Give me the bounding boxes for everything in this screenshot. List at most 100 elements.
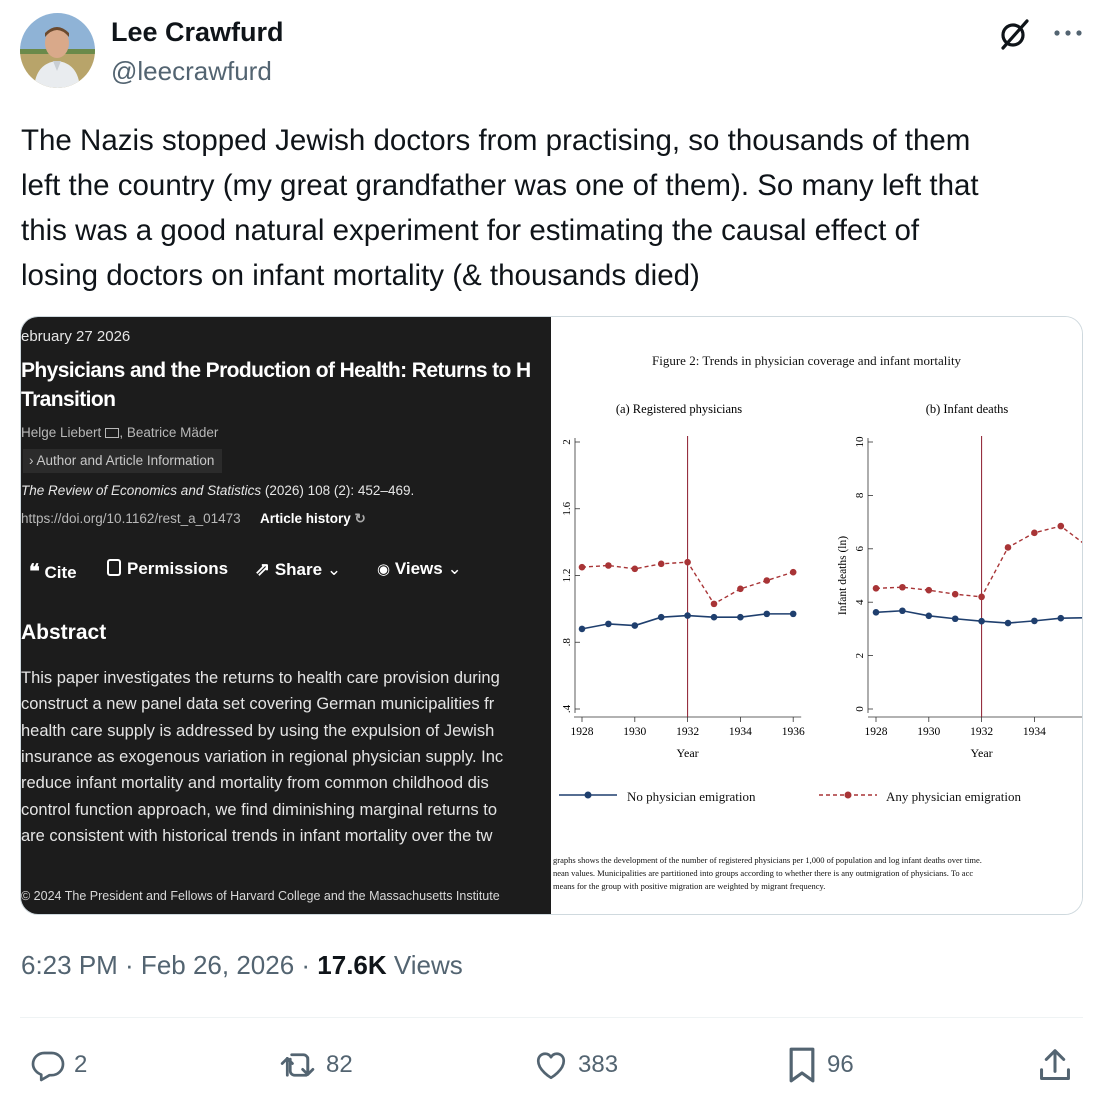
figure-note-2: nean values. Municipalities are partitio… [553,868,974,878]
x-tick-label: 1932 [676,726,699,738]
copyright-notice: © 2024 The President and Fellows of Harv… [21,889,500,903]
abstract-line: reduce infant mortality and mortality fr… [21,774,489,793]
data-point-any-emigration [1031,529,1038,537]
data-point-any-emigration [578,563,586,571]
data-point-any-emigration [737,585,744,593]
history-icon: ↻ [354,511,366,526]
x-axis-label: Year [677,746,699,760]
legend-line-no-emigration [559,791,617,799]
author-handle[interactable]: @leecrawfurd [111,56,272,87]
y-tick-label: .8 [561,638,573,647]
article-screenshot: ebruary 27 2026 Physicians and the Produ… [21,317,551,914]
data-point-any-emigration [1057,522,1065,530]
abstract-line: control function approach, we find dimin… [21,800,498,819]
like-button[interactable]: 383 [532,1043,618,1087]
y-axis-label: Infant deaths (ln) [837,536,849,615]
data-point-no-emigration [899,607,906,615]
chevron-down-icon: ⌄ [326,560,342,579]
share-button[interactable] [1036,1043,1082,1087]
tweet-media[interactable]: ebruary 27 2026 Physicians and the Produ… [20,316,1083,915]
retweet-icon [280,1053,315,1077]
article-doi: https://doi.org/10.1162/rest_a_01473 [21,511,241,526]
data-point-any-emigration [763,577,771,584]
article-date: ebruary 27 2026 [21,328,131,345]
reply-button[interactable]: 2 [30,1043,87,1087]
divider [20,1017,1083,1018]
bookmark-icon [789,1047,815,1083]
data-point-no-emigration [978,617,985,625]
y-tick-label: 1.6 [561,501,573,515]
x-tick-label: 1930 [917,726,940,738]
data-point-any-emigration [657,560,665,568]
y-tick-label: 8 [854,492,866,498]
abstract-heading: Abstract [21,621,107,644]
tweet-text: The Nazis stopped Jewish doctors from pr… [21,124,979,292]
timestamp-text[interactable]: 6:23 PM · Feb 26, 2026 · [21,950,317,980]
article-author-2: , Beatrice Mäder [119,425,219,440]
figure-charts: (a) Registered physicians.4.81.21.621928… [561,402,1082,760]
abstract-line: are consistent with historical trends in… [21,826,493,845]
data-point-any-emigration [872,585,880,592]
data-point-no-emigration [657,613,665,621]
cite-label: Cite [44,563,77,582]
figure-title: Figure 2: Trends in physician coverage a… [652,353,962,368]
y-tick-label: .4 [561,704,573,713]
data-point-no-emigration [1031,617,1038,625]
permissions-label: Permissions [127,559,229,578]
data-point-any-emigration [605,562,612,569]
data-point-any-emigration [710,600,718,608]
y-tick-label: 0 [854,706,866,712]
data-point-any-emigration [684,558,691,566]
grok-icon[interactable] [997,16,1033,52]
data-point-any-emigration [951,590,959,598]
data-point-no-emigration [605,620,612,628]
data-point-any-emigration [789,568,797,576]
legend-label-any-emigration: Any physician emigration [886,789,1022,804]
tweet-timestamp[interactable]: 6:23 PM · Feb 26, 2026 · 17.6K Views [21,950,463,981]
avatar[interactable] [20,13,95,88]
data-point-no-emigration [737,613,744,621]
y-tick-label: 1.2 [561,569,573,583]
x-tick-label: 1934 [729,726,752,738]
mail-icon [105,428,120,438]
article-title-line1: Physicians and the Production of Health:… [21,359,531,382]
retweet-button[interactable]: 82 [280,1043,353,1087]
data-point-no-emigration [684,612,691,619]
legend-label-no-emigration: No physician emigration [627,789,756,804]
x-tick-label: 1936 [782,726,805,738]
eye-icon: ◉ [377,561,391,578]
figure-note-3: means for the group with positive migrat… [553,881,826,891]
y-tick-label: 10 [854,436,866,448]
article-permissions-button: Permissions [107,559,228,579]
article-title-line2: Transition [21,388,116,411]
bookmark-count: 96 [827,1051,854,1078]
article-share-button: ⇗ Share ⌄ [255,559,341,580]
y-tick-label: 6 [854,546,866,552]
data-point-no-emigration [578,625,586,633]
data-point-any-emigration [978,593,985,601]
x-tick-label: 1928 [865,726,888,738]
data-point-no-emigration [763,610,771,618]
author-name[interactable]: Lee Crawfurd [111,17,284,48]
views-count: 17.6K [317,950,387,980]
article-author-1: Helge Liebert [21,425,102,440]
x-tick-label: 1934 [1023,726,1046,738]
data-point-no-emigration [1057,614,1065,622]
bookmark-button[interactable]: 96 [785,1043,854,1087]
like-count: 383 [578,1051,619,1078]
abstract-line: insurance as exogenous variation in regi… [21,747,504,766]
more-icon[interactable] [1050,16,1086,52]
legend-line-any-emigration [819,791,877,799]
share-label: Share [274,560,323,579]
panel-title: (a) Registered physicians [616,402,742,416]
journal-citation: (2026) 108 (2): 452–469. [261,483,415,498]
data-point-no-emigration [631,622,639,629]
data-point-any-emigration [631,565,639,573]
x-tick-label: 1930 [623,726,646,738]
chevron-down-icon: ⌄ [447,559,462,578]
lock-icon [107,559,121,576]
data-point-any-emigration [1004,544,1012,551]
share-out-icon: ⇗ [255,559,271,579]
panel-title: (b) Infant deaths [926,402,1009,416]
x-axis-label: Year [971,746,993,760]
